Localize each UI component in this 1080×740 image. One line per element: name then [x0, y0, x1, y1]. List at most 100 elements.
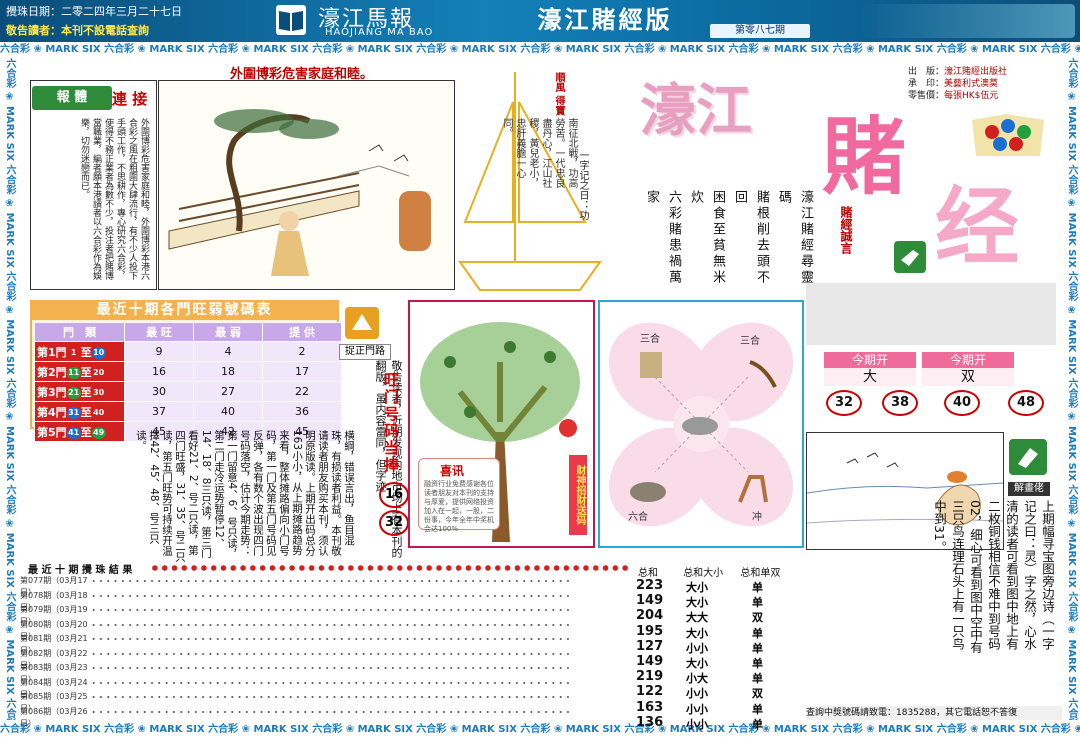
blank-grey-panel: [806, 283, 1056, 345]
draw-row: 第086期（03月26日）: [20, 705, 635, 728]
sum-value: 127: [636, 638, 664, 654]
hot-gate-title: 旺门号码当捧: [382, 372, 400, 474]
price-value: 每張HK$伍元: [944, 91, 999, 101]
sum-value: 136: [636, 714, 664, 730]
hot-weak-table-title: 最近十期各門旺弱號碼表: [30, 300, 339, 320]
hot-cell: 30: [124, 381, 194, 402]
motto-line: 六彩賭患禍萬家: [644, 190, 681, 286]
fortune-label: 财神招财送码: [569, 455, 587, 535]
sum-value: 122: [636, 684, 664, 700]
top-border-strip: 六合彩 ❀ MARK SIX 六合彩 ❀ MARK SIX 六合彩 ❀ MARK…: [0, 42, 1080, 58]
pine-tree-illustration: [158, 80, 455, 290]
draw-row-grid: [90, 589, 570, 602]
table-row: 第4門31至40 37 40 36: [34, 401, 342, 422]
title-haojiang: 濠江: [640, 78, 752, 144]
provide-cell: 22: [262, 381, 342, 402]
result-number: 48: [1008, 390, 1044, 416]
number-header-row: [150, 563, 630, 573]
hot-gate-number: 32: [379, 510, 409, 536]
oddeven-value: 单: [752, 672, 763, 686]
pointing-hand-icon: [893, 240, 927, 274]
bigsmall-value: 小大: [686, 672, 708, 686]
oddeven-value: 单: [752, 596, 763, 610]
issue-number: 第零八七期: [710, 24, 810, 38]
table-header: 最 旺: [124, 322, 194, 342]
riddle-title: 喜讯: [440, 464, 465, 478]
period-label-1: 今期开: [824, 352, 916, 368]
bigsmall-value: 小小: [686, 717, 708, 731]
draw-row-grid: [90, 618, 570, 631]
result-number: 38: [882, 390, 918, 416]
weak-cell: 18: [193, 361, 263, 382]
proverb-text: 一字记之日：功: [577, 150, 588, 220]
draw-row-grid: [90, 633, 570, 645]
hot-cell: 37: [124, 401, 194, 422]
article-body: 外圍博彩危害家庭和睦，外圍博彩本港六合彩之風在粗圍大肆流行，有不少人投下手頭工作…: [79, 118, 149, 280]
bigsmall-value: 大小: [686, 657, 708, 671]
gate-cell: 第3門21至30: [34, 381, 125, 402]
sum-value: 149: [636, 593, 664, 609]
lottery-balls-icon: [970, 112, 1046, 160]
price-label: 零售價：: [908, 91, 945, 101]
motto-line: 濠江賭經尋靈碼: [776, 190, 813, 286]
current-period-box: 今期开 大 今期开 双: [824, 352, 1014, 388]
period-value-2: 双: [922, 368, 1014, 386]
gate-cell: 第2門11至20: [34, 361, 125, 382]
oddeven-column: 单单双单单单单双单单: [752, 580, 772, 732]
left-border-strip: 六合彩 ❀ MARK SIX 六合彩 ❀ MARK SIX 六合彩 ❀ MARK…: [0, 58, 18, 720]
oddeven-value: 双: [752, 687, 763, 701]
table-header: 門 類: [34, 322, 125, 342]
period-label-2: 今期开: [922, 352, 1014, 368]
draw-row: 第083期（03月23日）: [20, 662, 635, 684]
weak-cell: 4: [193, 341, 263, 362]
oddeven-value: 单: [752, 657, 763, 671]
sum-value: 223: [636, 578, 664, 593]
bottom-border-strip: 六合彩 ❀ MARK SIX 六合彩 ❀ MARK SIX 六合彩 ❀ MARK…: [0, 720, 1080, 740]
table-header: 最 弱: [193, 322, 263, 342]
article-badge: 報 體: [32, 86, 112, 110]
zodiac-liuhe: 六合: [628, 512, 648, 523]
draw-row-grid: [90, 662, 570, 674]
edition-title: 濠江賭經版: [537, 6, 673, 34]
motto-title: 賭經誠言: [839, 206, 853, 254]
draw-row-grid: [90, 691, 570, 703]
article-tag: 連 接: [112, 90, 148, 108]
bigsmall-value: 大大: [686, 611, 708, 625]
printer-label: 承 印：: [908, 79, 945, 89]
issue-date: 攪珠日期：二零二四年三月二十七日: [6, 5, 182, 18]
oddeven-value: 单: [752, 626, 763, 640]
riddle-text: 融资行业免费感谢各位读者朋友对本刊的支持与厚爱，提供网络投资加入在一起，一股，二…: [424, 480, 494, 533]
provide-cell: 36: [262, 401, 342, 422]
draw-row: 第085期（03月25日）: [20, 691, 635, 713]
table-row: 第3門21至30 30 27 22: [34, 381, 342, 402]
draw-row-grid: [90, 705, 570, 718]
right-border-strip: 六合彩 ❀ MARK SIX 六合彩 ❀ MARK SIX 六合彩 ❀ MARK…: [1062, 58, 1080, 720]
oddeven-value: 单: [752, 717, 763, 731]
printer-value: 美藝利式澳莫: [944, 79, 999, 89]
oddeven-value: 双: [752, 611, 763, 625]
draw-row: 第080期（03月20日）: [20, 618, 635, 641]
bigsmall-value: 大小: [686, 581, 708, 594]
draw-history-title: 最 近 十 期 攪 珠 結 果: [28, 565, 133, 576]
oddeven-value: 单: [752, 641, 763, 655]
bigsmall-value: 小小: [686, 641, 708, 655]
draw-row: 第079期（03月19日）: [20, 604, 635, 626]
draw-row: 第084期（03月24日）: [20, 676, 635, 699]
draw-row-grid: [90, 604, 570, 616]
brand-subtitle: HAOJIANG MA BAO: [325, 27, 434, 38]
boat-flag-text: 順風 得寶: [553, 72, 564, 116]
draw-history-rows: 第077期（03月17日） 第078期（03月18日） 第079期（03月19日）第…: [20, 575, 635, 728]
publisher-label: 出 版：: [908, 67, 945, 77]
sum-value: 204: [636, 608, 664, 624]
hot-weak-table: 門 類 最 旺 最 弱 提 供 第1門 1 至10 9 4 2 第2門11至20 1…: [34, 322, 342, 442]
weak-cell: 27: [193, 381, 263, 402]
bigsmall-value: 小小: [686, 702, 708, 716]
draw-row: 第081期（03月21日）: [20, 633, 635, 655]
solve-puzzle-label: 解畫佬: [1008, 482, 1050, 496]
period-value-1: 大: [824, 368, 916, 386]
hot-cell: 16: [124, 361, 194, 382]
hot-cell: 9: [124, 341, 194, 362]
catch-gate-label: 捉正門路: [339, 344, 391, 360]
hot-gate-number: 16: [379, 482, 409, 508]
zodiac-sanhe-1: 三合: [640, 334, 660, 345]
